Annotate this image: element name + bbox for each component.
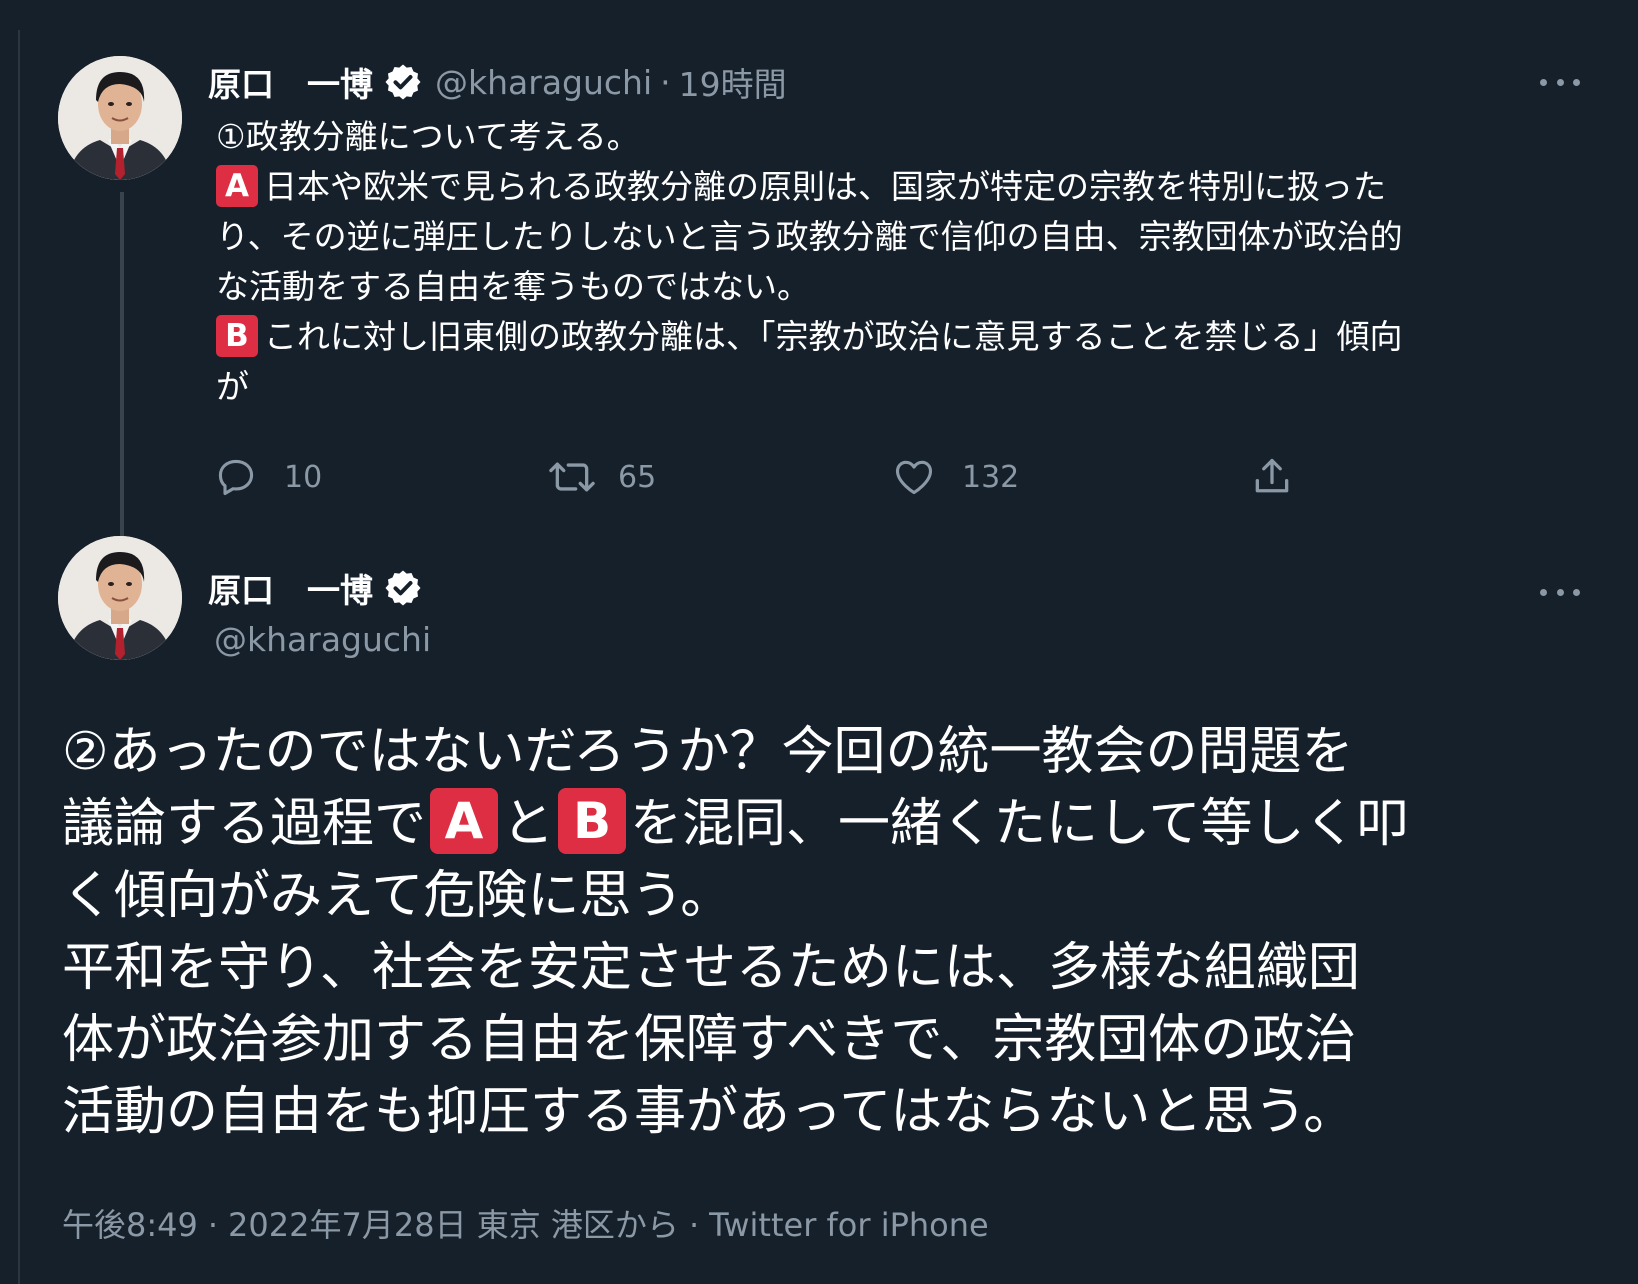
display-name[interactable]: 原口 一博 [208, 58, 373, 106]
handle[interactable]: @kharaguchi [214, 620, 431, 659]
more-options-icon[interactable] [1540, 586, 1580, 598]
reply-icon [218, 459, 254, 496]
line-text: ①政教分離について考える。 [216, 117, 640, 156]
tweet-actions: 10 65 132 [214, 452, 1364, 502]
separator-dot: · [207, 1206, 219, 1244]
tweet1-text: ①政教分離について考える。 A 日本や欧米で見られる政教分離の原則は、国家が特定の… [216, 112, 1586, 412]
avatar[interactable] [58, 536, 182, 660]
post-time[interactable]: 午後8:49 [62, 1206, 198, 1244]
tweet-line: 平和を守り、社会を安定させるためには、多様な組織団 [62, 938, 1360, 998]
tweet-line: A 日本や欧米で見られる政教分離の原則は、国家が特定の宗教を特別に扱った [216, 162, 1586, 212]
post-date[interactable]: 2022年7月28日 [228, 1206, 467, 1244]
tweet1-header: 原口 一博 @kharaguchi · 19時間 [208, 56, 787, 108]
line-text: が [216, 367, 249, 406]
letter-a-badge-icon: A [216, 164, 258, 207]
reply-button[interactable]: 10 [214, 452, 322, 502]
retweet-button[interactable]: 65 [548, 452, 656, 502]
tweet-line: ②あったのではないだろうか？今回の統一教会の問題を [62, 722, 1354, 782]
line-text: 議論する過程で [62, 794, 427, 854]
tweet2-header: 原口 一博 [208, 562, 423, 614]
line-text: り、その逆に弾圧したりしないと言う政教分離で信仰の自由、宗教団体が政治的 [216, 217, 1403, 256]
tweet-line: な活動をする自由を奪うものではない。 [216, 262, 1586, 312]
letter-a-badge-icon: A [430, 788, 499, 854]
letter-b-badge-icon: B [558, 788, 627, 854]
retweet-count: 65 [618, 459, 657, 495]
post-source[interactable]: Twitter for iPhone [709, 1206, 989, 1244]
verified-badge-icon [385, 64, 421, 100]
avatar-portrait-icon [58, 56, 182, 180]
share-icon [1255, 458, 1289, 493]
tweet2-text: ②あったのではないだろうか？今回の統一教会の問題を 議論する過程で A と B を混同、… [62, 716, 1622, 1148]
letter-b-badge-icon: B [216, 314, 258, 357]
tweet-line: 活動の自由をも抑圧する事があってはならないと思う。 [62, 1082, 1356, 1142]
reply-count: 10 [284, 459, 323, 495]
tweet-line: B これに対し旧東側の政教分離は、「宗教が政治に意見することを禁じる」傾向 [216, 312, 1586, 362]
line-text: これに対し旧東側の政教分離は、「宗教が政治に意見することを禁じる」傾向 [264, 317, 1403, 356]
tweet-thread: 原口 一博 @kharaguchi · 19時間 ①政教分離について考える。 A… [0, 0, 1638, 1284]
timestamp[interactable]: 19時間 [679, 58, 787, 106]
tweet-line: 議論する過程で A と B を混同、一緒くたにして等しく叩 [62, 788, 1622, 860]
display-name[interactable]: 原口 一博 [208, 564, 373, 612]
thread-connector-line [120, 192, 124, 546]
line-text: な活動をする自由を奪うものではない。 [216, 267, 810, 306]
separator-dot: · [688, 1206, 700, 1244]
tweet-line: り、その逆に弾圧したりしないと言う政教分離で信仰の自由、宗教団体が政治的 [216, 212, 1586, 262]
tweet-line: く傾向がみえて危険に思う。 [62, 866, 733, 926]
tweet-metadata: 午後8:49 · 2022年7月28日 東京 港区から · Twitter for iP… [62, 1200, 989, 1246]
tweet-line: 体が政治参加する自由を保障すべきで、宗教団体の政治 [62, 1010, 1357, 1070]
avatar-portrait-icon [58, 536, 182, 660]
avatar[interactable] [58, 56, 182, 180]
post-location[interactable]: 東京 港区から [477, 1206, 679, 1244]
column-border [18, 30, 20, 1284]
heart-icon [895, 460, 933, 495]
like-count: 132 [962, 459, 1020, 495]
line-text: と [502, 794, 555, 854]
retweet-icon [549, 462, 595, 492]
share-button[interactable] [1250, 452, 1294, 502]
like-button[interactable]: 132 [892, 452, 1019, 502]
handle[interactable]: @kharaguchi [435, 63, 652, 102]
line-text: を混同、一緒くたにして等しく叩 [630, 794, 1409, 854]
tweet-line: ①政教分離について考える。 [216, 112, 1586, 162]
verified-badge-icon [385, 570, 421, 606]
line-text: 日本や欧米で見られる政教分離の原則は、国家が特定の宗教を特別に扱った [264, 167, 1386, 206]
tweet-line: が [216, 362, 1586, 412]
separator-dot: · [660, 62, 671, 102]
more-options-icon[interactable] [1540, 76, 1580, 88]
